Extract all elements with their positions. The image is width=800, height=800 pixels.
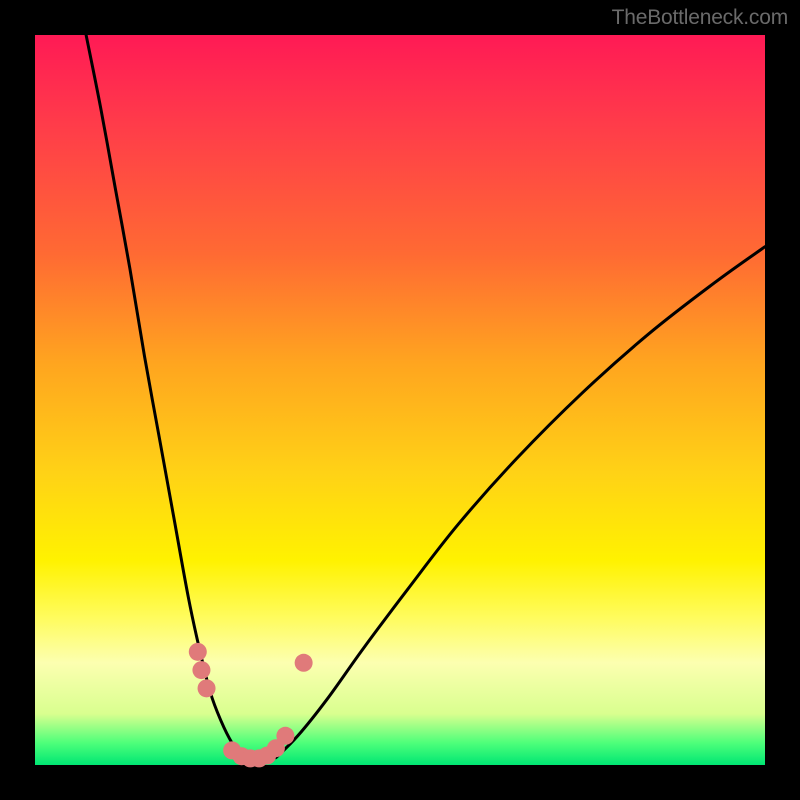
data-marker [276, 727, 294, 745]
watermark-text: TheBottleneck.com [612, 6, 788, 30]
data-marker [192, 661, 210, 679]
curve-left-branch [86, 35, 243, 758]
curve-right-branch [276, 247, 765, 758]
chart-svg [35, 35, 765, 765]
plot-area [35, 35, 765, 765]
curve-layer [86, 35, 765, 761]
chart-frame: TheBottleneck.com [0, 0, 800, 800]
marker-layer [189, 643, 313, 768]
data-marker [189, 643, 207, 661]
data-marker [295, 654, 313, 672]
data-marker [198, 679, 216, 697]
